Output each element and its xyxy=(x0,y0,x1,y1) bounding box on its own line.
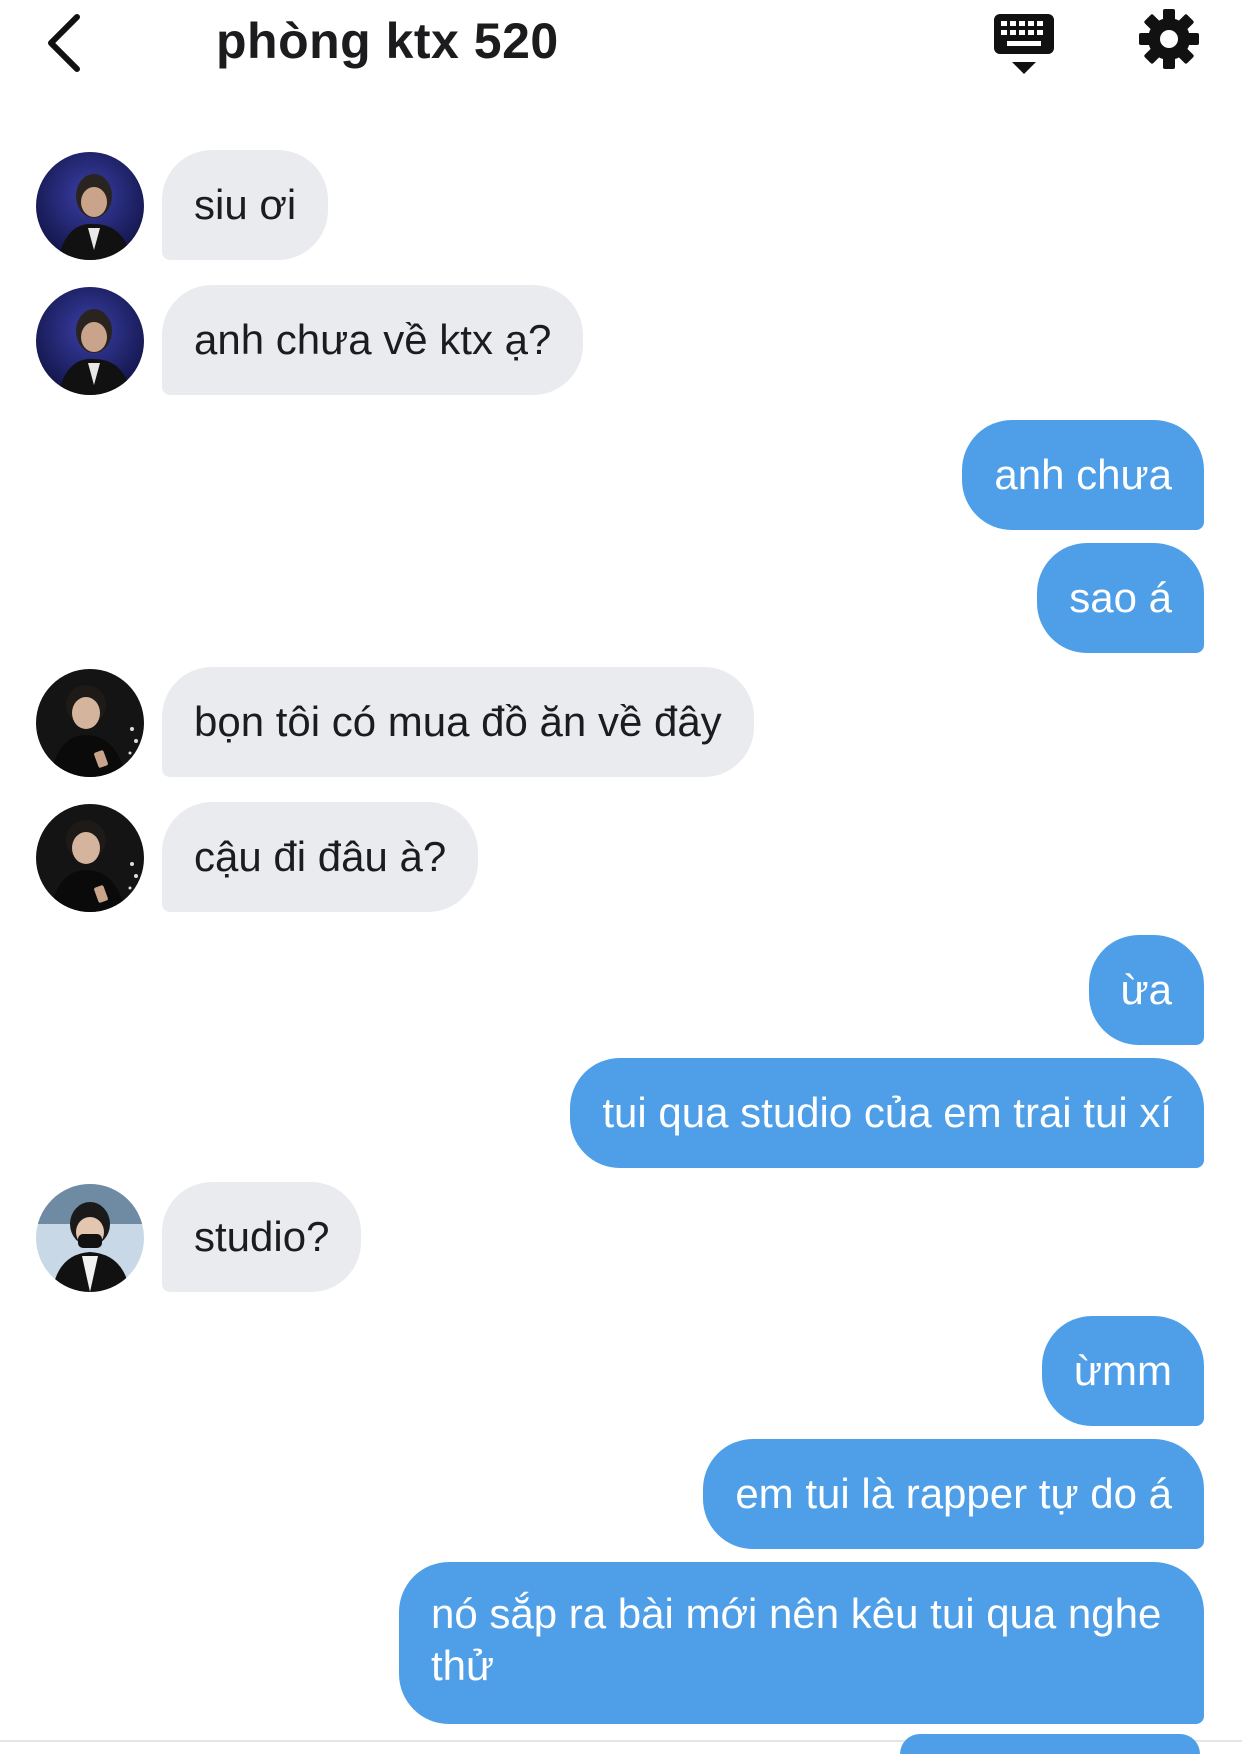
incoming-message[interactable]: studio? xyxy=(162,1182,362,1292)
outgoing-message-partial xyxy=(900,1734,1200,1754)
incoming-message[interactable]: cậu đi đâu à? xyxy=(162,802,479,912)
outgoing-message[interactable]: nó sắp ra bài mới nên kêu tui qua nghe t… xyxy=(399,1562,1204,1724)
incoming-message[interactable]: bọn tôi có mua đồ ăn về đây xyxy=(162,667,754,777)
avatar[interactable] xyxy=(36,287,144,395)
outgoing-message[interactable]: ừmm xyxy=(1041,1316,1204,1426)
avatar[interactable] xyxy=(36,804,144,912)
outgoing-message[interactable]: anh chưa xyxy=(962,420,1204,530)
outgoing-message[interactable]: ừa xyxy=(1088,935,1204,1045)
incoming-message[interactable]: anh chưa về ktx ạ? xyxy=(162,285,584,395)
outgoing-message[interactable]: em tui là rapper tự do á xyxy=(703,1439,1204,1549)
avatar[interactable] xyxy=(36,669,144,777)
avatar[interactable] xyxy=(36,152,144,260)
outgoing-message[interactable]: tui qua studio của em trai tui xí xyxy=(570,1058,1204,1168)
avatar[interactable] xyxy=(36,1184,144,1292)
message-list[interactable]: siu ơi anh chưa về ktx ạ? anh chưa sao á xyxy=(0,0,1242,1749)
incoming-message[interactable]: siu ơi xyxy=(162,150,329,260)
outgoing-message[interactable]: sao á xyxy=(1037,543,1204,653)
